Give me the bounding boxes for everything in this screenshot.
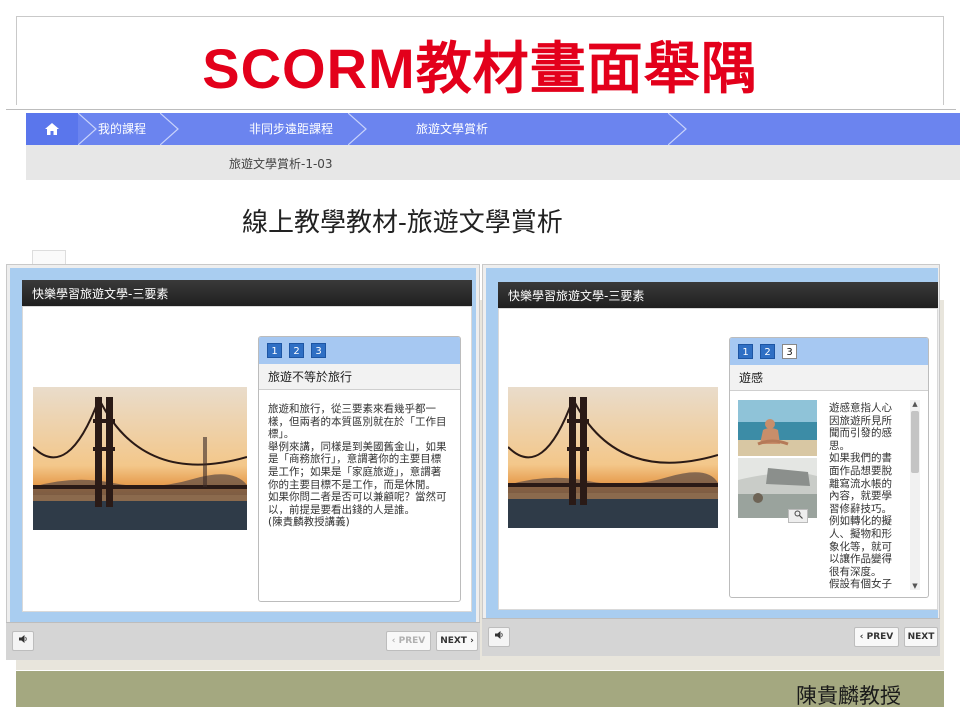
speaker-button[interactable]: [488, 627, 510, 647]
next-button[interactable]: NEXT: [904, 627, 938, 647]
page-button-2[interactable]: 2: [289, 343, 304, 358]
breadcrumb-item-my-courses[interactable]: 我的課程: [98, 113, 146, 145]
scroll-down-icon[interactable]: ▼: [910, 582, 920, 590]
breadcrumb-item-course[interactable]: 旅遊文學賞析: [416, 113, 488, 145]
golden-gate-photo: [508, 387, 718, 528]
scroll-up-icon[interactable]: ▲: [910, 400, 920, 408]
player-header: 快樂學習旅遊文學-三要素: [498, 282, 938, 308]
page-button-3[interactable]: 3: [311, 343, 326, 358]
player-header-title: 快樂學習旅遊文學-三要素: [508, 288, 645, 303]
beach-photo: [738, 400, 817, 456]
chevron-right-icon: [78, 113, 97, 145]
player-header-title: 快樂學習旅遊文學-三要素: [32, 286, 169, 301]
slide-title: SCORM教材畫面舉隅: [202, 37, 758, 100]
page-button-2[interactable]: 2: [760, 344, 775, 359]
magnifier-icon: [794, 510, 803, 519]
chevron-right-icon: [160, 113, 179, 145]
golden-gate-photo: [33, 387, 247, 530]
text-panel: 1 2 3 旅遊不等於旅行 旅遊和旅行，從三要素來看幾乎都一 樣，但兩者的本質區…: [258, 336, 461, 602]
panel-title: 旅遊不等於旅行: [259, 364, 460, 390]
author-name: 陳貴麟教授: [796, 684, 901, 708]
breadcrumb-subbar: 旅遊文學賞析-1-03: [26, 145, 960, 180]
zoom-button[interactable]: [788, 509, 808, 523]
panel-body: 遊感意指人心 因旅遊所見所 聞而引發的感 思。 如果我們的書 面作品想要脫 離寫…: [829, 402, 892, 590]
prev-button[interactable]: ‹ PREV: [854, 627, 899, 647]
text-panel: 1 2 3 遊感 遊感意指人心 因旅遊所見所 聞而引發的感 思。 如果我們的書 …: [729, 337, 929, 598]
panel-body: 旅遊和旅行，從三要素來看幾乎都一 樣，但兩者的本質區別就在於「工作目 標」。 舉…: [268, 403, 447, 529]
breadcrumb-home[interactable]: [26, 113, 78, 145]
page-button-1[interactable]: 1: [267, 343, 282, 358]
page-button-1[interactable]: 1: [738, 344, 753, 359]
prev-button[interactable]: ‹ PREV: [386, 631, 431, 651]
current-page-label: 旅遊文學賞析-1-03: [229, 157, 333, 171]
panel-title: 遊感: [730, 365, 928, 391]
page-button-3[interactable]: 3: [782, 344, 797, 359]
scroll-thumb[interactable]: [911, 411, 919, 473]
page-heading: 線上教學教材-旅遊文學賞析: [242, 208, 563, 238]
speaker-icon: [495, 631, 503, 639]
player-header: 快樂學習旅遊文學-三要素: [22, 280, 472, 306]
divider: [6, 109, 956, 110]
chevron-right-icon: [348, 113, 367, 145]
chevron-right-icon: [668, 113, 687, 145]
panel-scrollbar[interactable]: ▲ ▼: [910, 400, 920, 590]
next-button[interactable]: NEXT ›: [436, 631, 478, 651]
tab-stub: [32, 250, 66, 264]
speaker-button[interactable]: [12, 631, 34, 651]
breadcrumb-item-async-courses[interactable]: 非同步遠距課程: [249, 113, 333, 145]
home-icon: [45, 123, 59, 135]
speaker-icon: [19, 635, 27, 643]
